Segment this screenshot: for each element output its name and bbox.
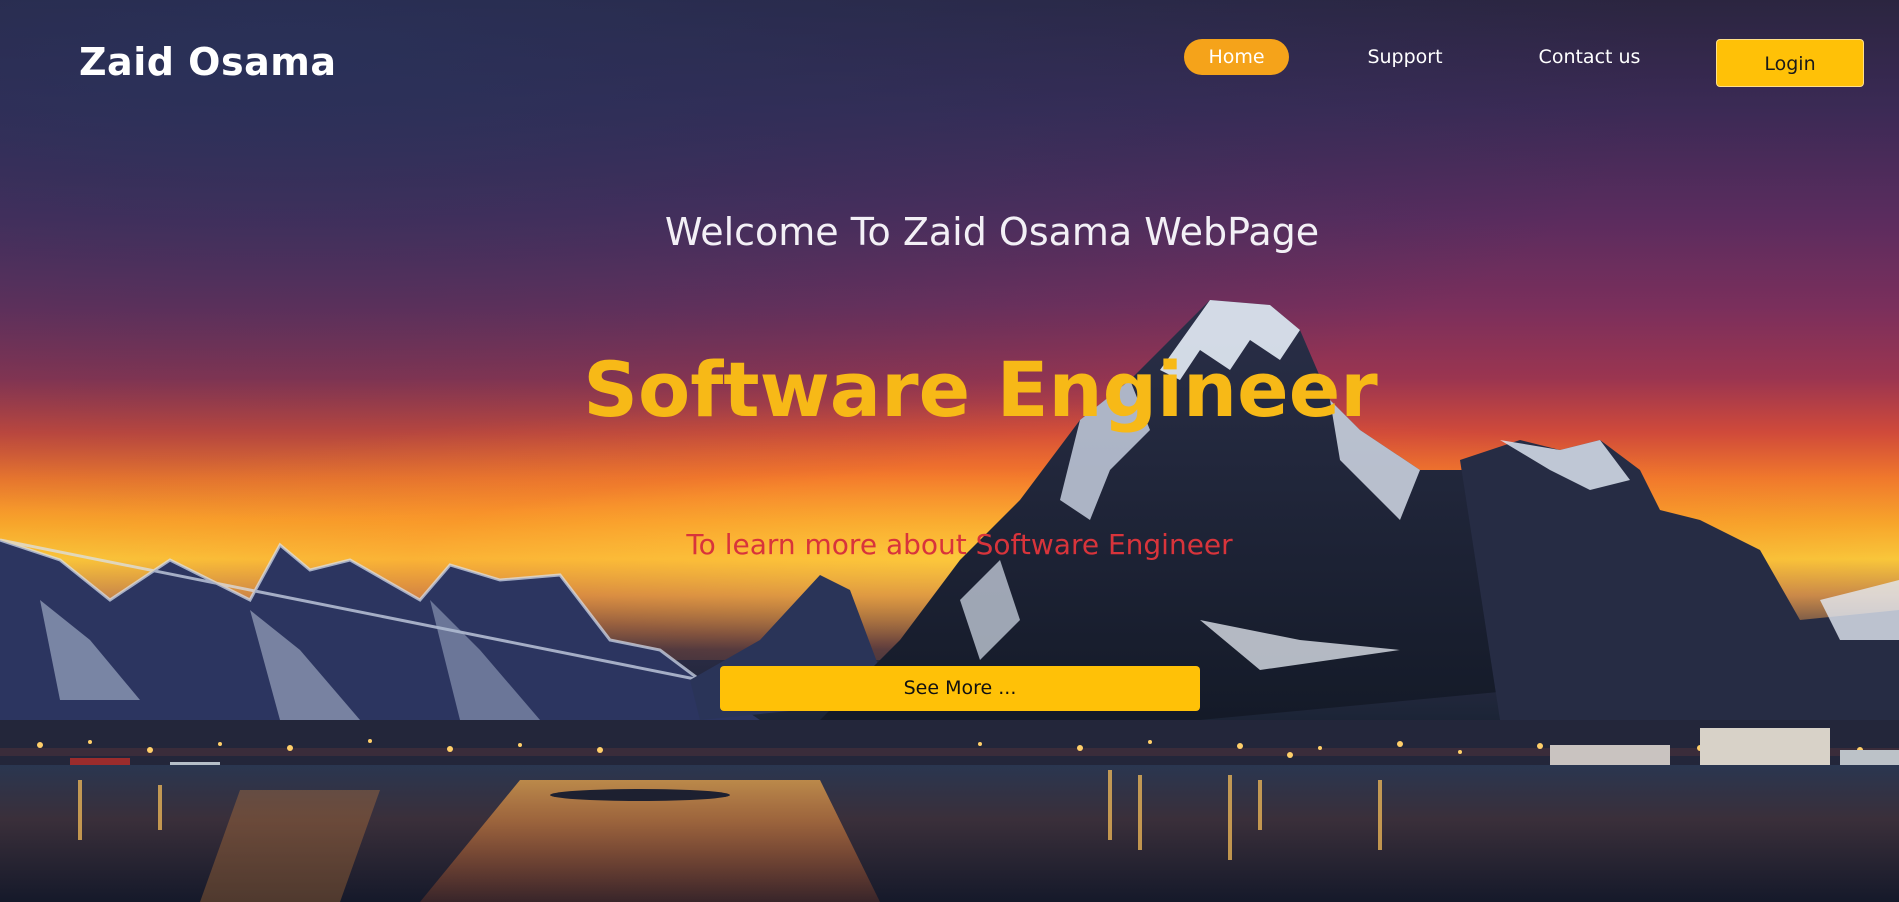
top-navigation: Zaid Osama Home Support Contact us Login — [0, 0, 1899, 120]
hero-subline: To learn more about Software Engineer — [686, 528, 1233, 561]
nav-item-home[interactable]: Home — [1184, 39, 1289, 75]
nav-item-support[interactable]: Support — [1355, 39, 1455, 75]
hero-headline: Software Engineer — [583, 345, 1378, 434]
nav-item-contact-us[interactable]: Contact us — [1537, 39, 1642, 75]
hero-section: Zaid Osama Home Support Contact us Login… — [0, 0, 1899, 902]
login-button[interactable]: Login — [1716, 39, 1864, 87]
welcome-heading: Welcome To Zaid Osama WebPage — [664, 210, 1320, 254]
mountain-landscape-image — [0, 300, 1899, 902]
brand-logo-text[interactable]: Zaid Osama — [79, 40, 336, 84]
see-more-button[interactable]: See More ... — [720, 666, 1200, 711]
